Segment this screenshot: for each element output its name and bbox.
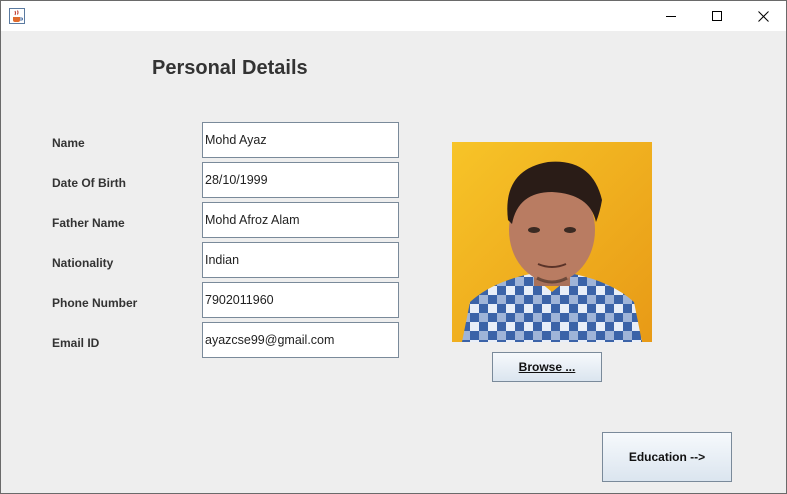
close-button[interactable] bbox=[740, 1, 786, 31]
name-field[interactable] bbox=[202, 122, 399, 158]
dob-field[interactable] bbox=[202, 162, 399, 198]
email-field[interactable] bbox=[202, 322, 399, 358]
father-name-label: Father Name bbox=[52, 216, 125, 230]
dob-label: Date Of Birth bbox=[52, 176, 127, 190]
java-cup-icon bbox=[9, 8, 25, 24]
profile-photo-image bbox=[452, 142, 652, 342]
name-label: Name bbox=[52, 136, 85, 150]
close-icon bbox=[757, 10, 769, 22]
maximize-button[interactable] bbox=[694, 1, 740, 31]
profile-photo bbox=[452, 142, 652, 342]
browse-button[interactable]: Browse ... bbox=[492, 352, 602, 382]
email-label: Email ID bbox=[52, 336, 100, 350]
minimize-button[interactable] bbox=[648, 1, 694, 31]
page-title: Personal Details bbox=[152, 57, 308, 79]
nationality-label: Nationality bbox=[52, 256, 114, 270]
minimize-icon bbox=[666, 16, 676, 17]
form-panel: Personal Details Name Date Of Birth Fath… bbox=[1, 31, 786, 493]
education-button-label: Education --> bbox=[628, 450, 706, 464]
maximize-icon bbox=[712, 11, 722, 21]
phone-field[interactable] bbox=[202, 282, 399, 318]
father-name-field[interactable] bbox=[202, 202, 399, 238]
application-window: Personal Details Name Date Of Birth Fath… bbox=[0, 0, 787, 494]
title-bar[interactable] bbox=[1, 1, 786, 31]
nationality-field[interactable] bbox=[202, 242, 399, 278]
phone-label: Phone Number bbox=[52, 296, 138, 310]
browse-button-label: Browse ... bbox=[518, 360, 576, 374]
education-button[interactable]: Education --> bbox=[602, 432, 732, 482]
